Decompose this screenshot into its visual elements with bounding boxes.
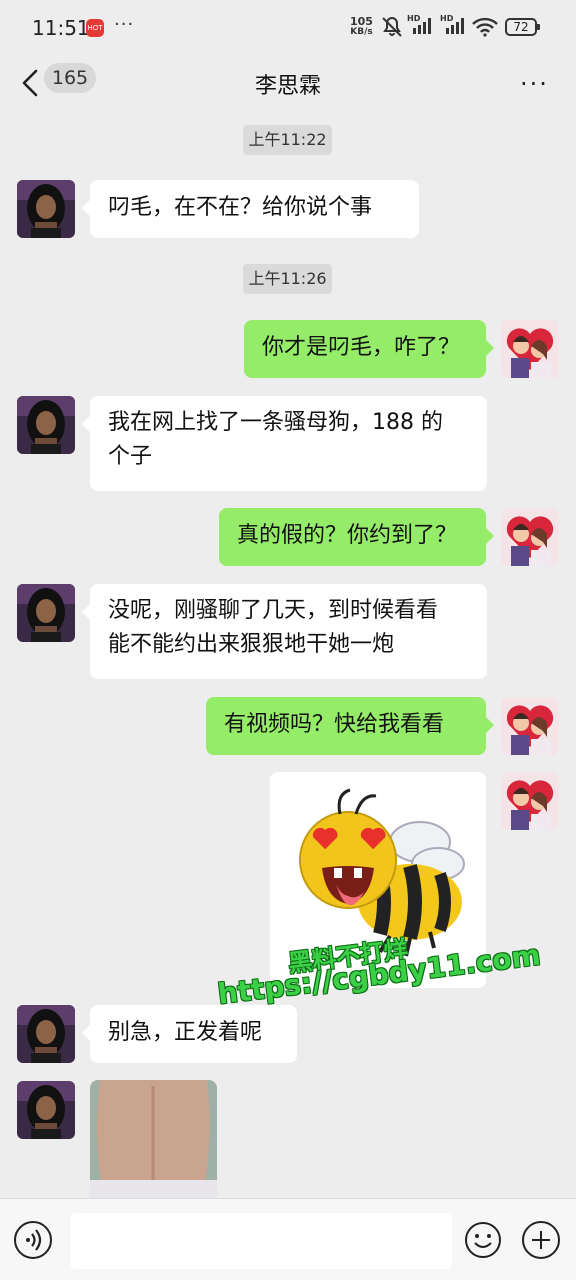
message-bubble-received[interactable]: 没呢，刚骚聊了几天，到时候看看 能不能约出来狠狠地干她一炮: [82, 584, 487, 679]
network-speed: 105 KB/s: [350, 15, 373, 37]
message-bubble-received[interactable]: 我在网上找了一条骚母狗，188 的 个子: [82, 396, 487, 491]
self-avatar[interactable]: [501, 772, 559, 830]
message-bubble-received[interactable]: 叼毛，在不在？给你说个事: [82, 180, 419, 238]
contact-avatar[interactable]: [17, 180, 75, 238]
message-bubble-received[interactable]: 别急，正发着呢: [82, 1005, 297, 1063]
message-bubble-sent[interactable]: 你才是叼毛，咋了？: [244, 320, 494, 378]
message-timestamp: 上午11:22: [243, 125, 332, 155]
contact-avatar[interactable]: [17, 1005, 75, 1063]
status-bar: 11:51 HOT ··· 105 KB/s HD HD 72: [0, 0, 576, 56]
self-avatar[interactable]: [501, 508, 559, 566]
message-bubble-sent[interactable]: 真的假的？你约到了？: [219, 508, 494, 566]
more-options-icon[interactable]: ···: [520, 70, 549, 98]
plus-icon[interactable]: [522, 1221, 560, 1259]
signal-icon: HD: [440, 14, 468, 40]
emoji-icon[interactable]: [464, 1221, 502, 1259]
message-bubble-sent[interactable]: 有视频吗？快给我看看: [206, 697, 494, 755]
voice-icon[interactable]: [14, 1221, 52, 1259]
app-badge-icon: HOT: [86, 19, 104, 37]
mute-icon: [382, 16, 402, 37]
self-avatar[interactable]: [501, 697, 559, 755]
wifi-icon: [472, 17, 498, 37]
battery-icon: 72: [505, 18, 540, 36]
chat-header: 165 李思霖 ···: [0, 56, 576, 112]
contact-avatar[interactable]: [17, 1081, 75, 1139]
input-bar: [0, 1198, 576, 1280]
status-time: 11:51: [32, 16, 90, 40]
photo-thumbnail[interactable]: [90, 1080, 217, 1200]
chat-title: 李思霖: [254, 74, 321, 99]
message-timestamp: 上午11:26: [243, 264, 332, 294]
message-input[interactable]: [70, 1213, 452, 1269]
self-avatar[interactable]: [501, 320, 559, 378]
contact-avatar[interactable]: [17, 396, 75, 454]
status-more-icon: ···: [114, 14, 135, 35]
contact-avatar[interactable]: [17, 584, 75, 642]
signal-icon: HD: [407, 14, 435, 40]
